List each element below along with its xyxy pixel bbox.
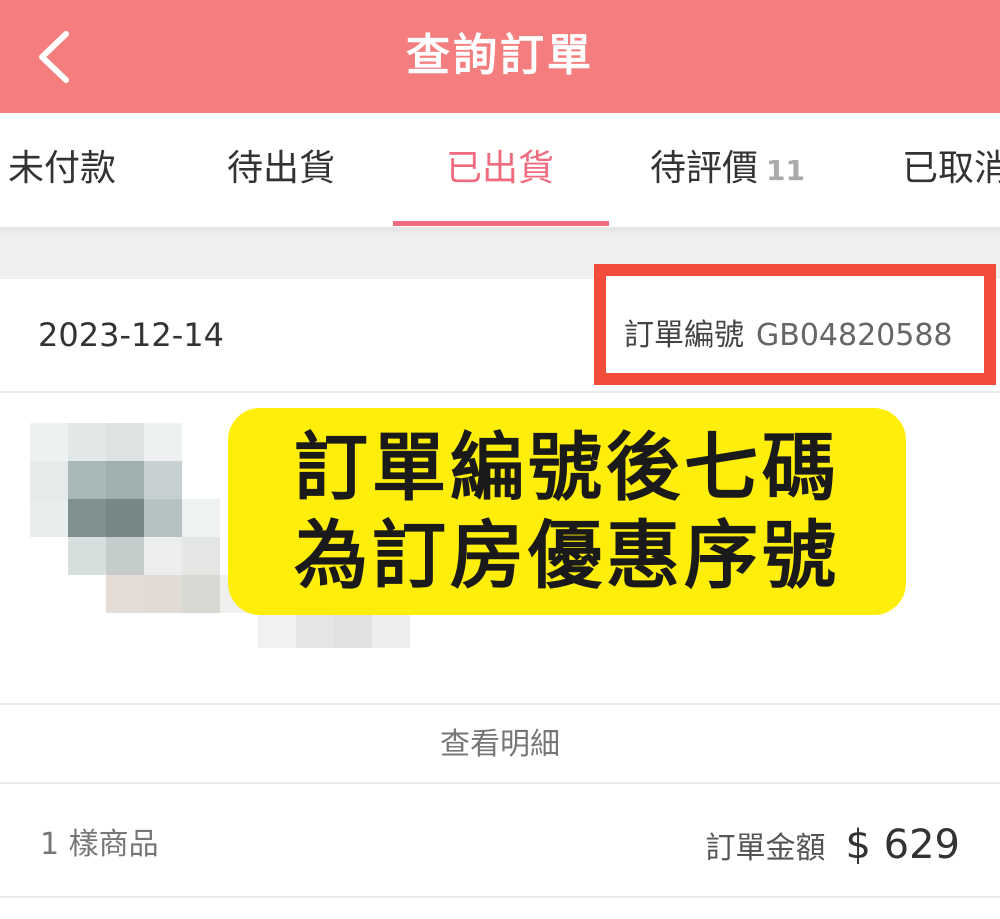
pixel-block — [144, 423, 182, 461]
tab-shipped[interactable]: 已出貨 — [446, 113, 554, 227]
order-date: 2023-12-14 — [38, 316, 224, 354]
divider — [0, 391, 1000, 393]
pixel-block — [68, 461, 106, 499]
pixel-block — [182, 499, 220, 537]
pixel-block — [106, 537, 144, 575]
order-id-value: GB04820588 — [756, 318, 953, 353]
callout-line-1: 訂單編號後七碼 — [294, 424, 840, 511]
pixel-block — [144, 537, 182, 575]
pixel-block — [144, 499, 182, 537]
pixel-block — [144, 575, 182, 613]
tab-label: 已出貨 — [446, 148, 555, 189]
pixel-block — [182, 537, 220, 575]
app-header: 查詢訂單 — [0, 0, 1000, 113]
pixel-block — [30, 499, 68, 537]
tab-label: 待評價 — [650, 148, 759, 189]
pixel-block — [144, 461, 182, 499]
view-details-button[interactable]: 查看明細 — [0, 706, 1000, 784]
pixel-block — [68, 537, 106, 575]
tab-cancelled[interactable]: 已取消 — [902, 113, 1000, 227]
callout-line-2: 為訂房優惠序號 — [294, 512, 840, 599]
pixel-block — [296, 613, 334, 648]
tab-label: 已取消 — [902, 148, 1000, 189]
tab-unpaid[interactable]: 未付款 — [8, 113, 116, 227]
amount-value: $ 629 — [845, 822, 960, 868]
amount-label: 訂單金額 — [705, 831, 826, 866]
pixel-block — [372, 613, 410, 648]
tab-count-badge: 11 — [766, 154, 805, 187]
tab-to-ship[interactable]: 待出貨 — [227, 113, 335, 227]
pixel-block — [106, 423, 144, 461]
pixel-block — [182, 575, 220, 613]
pixel-block — [334, 613, 372, 648]
pixel-block — [68, 499, 106, 537]
items-count: 1 樣商品 — [40, 827, 159, 862]
divider — [0, 703, 1000, 705]
page-title: 查詢訂單 — [406, 30, 594, 81]
order-id: 訂單編號 GB04820588 — [624, 296, 953, 376]
pixel-block — [30, 423, 68, 461]
pixel-block — [258, 613, 296, 648]
annotation-callout: 訂單編號後七碼 為訂房優惠序號 — [228, 408, 906, 615]
pixel-block — [106, 461, 144, 499]
order-id-label: 訂單編號 — [624, 318, 744, 353]
order-status-tabs: 未付款 待出貨 已出貨 待評價 11 已取消 — [0, 113, 1000, 228]
pixel-block — [30, 461, 68, 499]
tabs-shadow — [0, 227, 1000, 239]
pixel-block — [106, 575, 144, 613]
tab-label: 待出貨 — [227, 148, 336, 189]
tab-label: 未付款 — [8, 148, 117, 189]
divider — [0, 896, 1000, 898]
order-amount: 訂單金額 $ 629 — [705, 805, 960, 893]
pixel-block — [68, 423, 106, 461]
pixel-block — [106, 499, 144, 537]
divider — [0, 782, 1000, 784]
active-tab-indicator — [393, 221, 609, 226]
tab-to-review[interactable]: 待評價 11 — [650, 113, 805, 227]
